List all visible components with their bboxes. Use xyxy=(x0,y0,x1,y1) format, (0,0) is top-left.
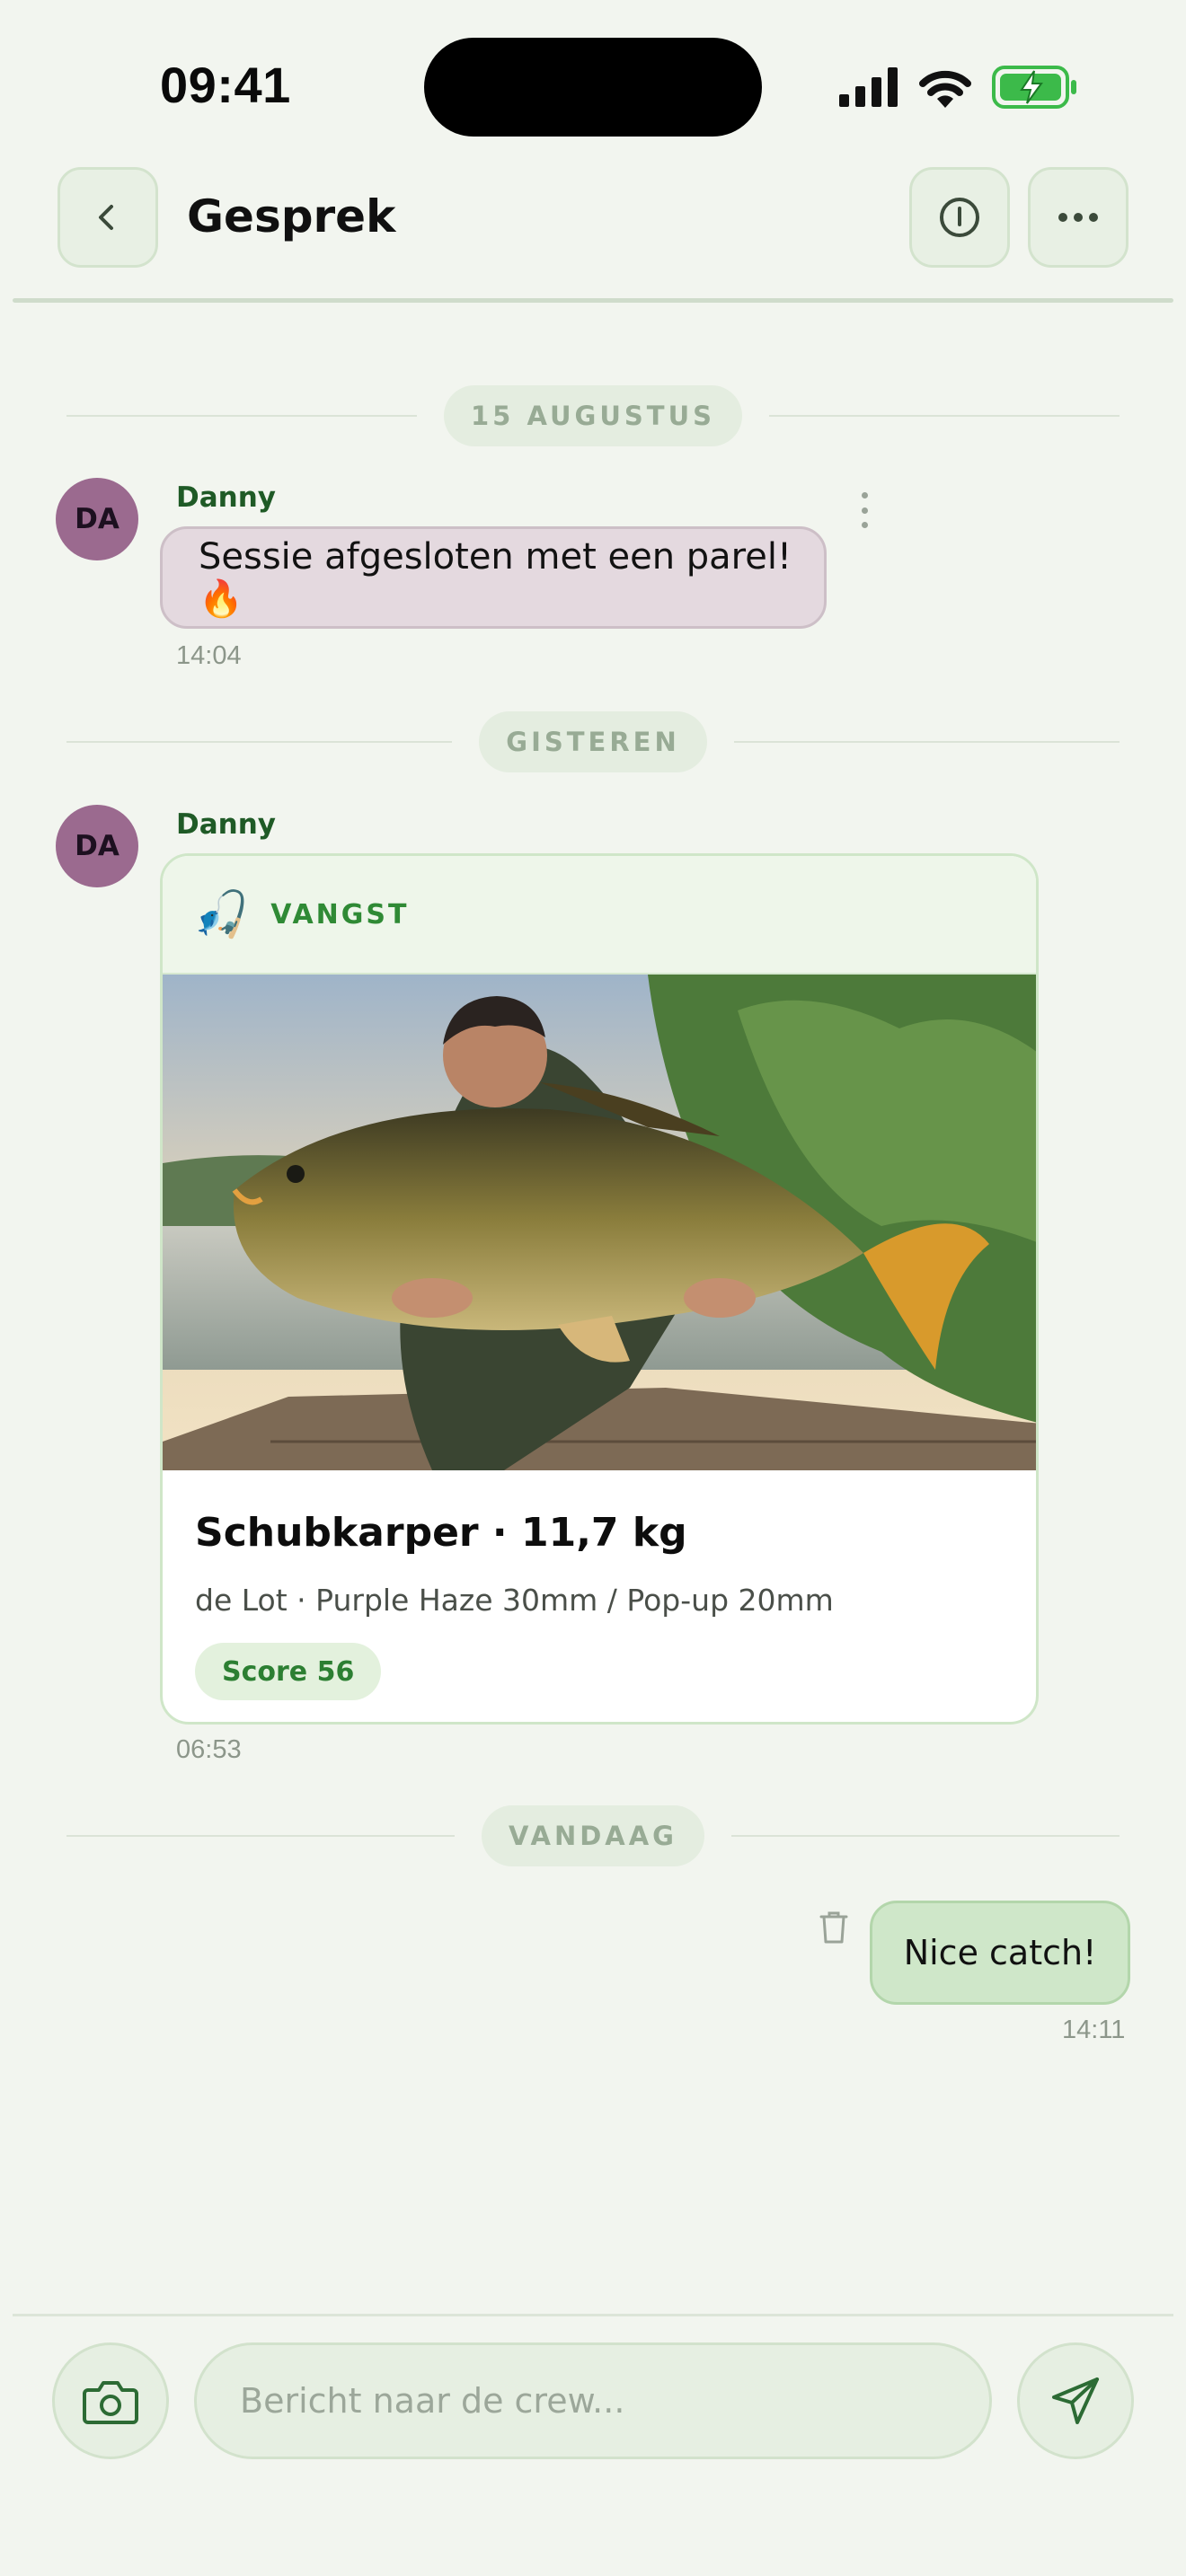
back-button[interactable] xyxy=(58,167,158,268)
date-separator: VANDAAG xyxy=(66,1804,1120,1867)
page-title: Gesprek xyxy=(187,190,396,243)
date-label: GISTEREN xyxy=(479,711,707,772)
outgoing-message[interactable]: Nice catch! xyxy=(870,1901,1130,2005)
camera-icon xyxy=(83,2381,138,2424)
catch-title: Schubkarper · 11,7 kg xyxy=(195,1510,687,1556)
header-divider xyxy=(13,298,1173,303)
send-icon xyxy=(1052,2378,1099,2424)
avatar[interactable]: DA xyxy=(56,805,138,887)
catch-card[interactable]: 🎣 VANGST Schubkarper · 11,7 kg de Lot · … xyxy=(160,853,1039,1725)
info-button[interactable] xyxy=(909,167,1010,268)
sender-name: Danny xyxy=(176,481,276,514)
status-bar: 09:41 xyxy=(0,0,1186,162)
trash-icon[interactable] xyxy=(818,1910,850,1945)
camera-button[interactable] xyxy=(52,2342,169,2459)
dynamic-island xyxy=(424,38,762,137)
message-time: 06:53 xyxy=(176,1735,242,1764)
message-time: 14:04 xyxy=(176,641,242,670)
message-input[interactable] xyxy=(194,2342,992,2459)
date-label: 15 AUGUSTUS xyxy=(444,385,743,446)
more-button[interactable] xyxy=(1028,167,1128,268)
score-badge: Score 56 xyxy=(195,1643,382,1700)
battery-icon xyxy=(992,66,1076,109)
catch-details: de Lot · Purple Haze 30mm / Pop-up 20mm xyxy=(195,1583,834,1618)
catch-photo[interactable] xyxy=(163,975,1036,1470)
catch-card-header: 🎣 VANGST xyxy=(163,856,1036,975)
composer-divider xyxy=(13,2314,1173,2316)
avatar[interactable]: DA xyxy=(56,478,138,560)
date-separator: GISTEREN xyxy=(66,710,1120,773)
send-button[interactable] xyxy=(1017,2342,1134,2459)
signal-icon xyxy=(839,67,898,107)
wifi-icon xyxy=(919,70,971,108)
message-options-icon[interactable] xyxy=(855,492,873,528)
more-icon xyxy=(1058,213,1098,222)
info-icon xyxy=(940,198,979,237)
message-time: 14:11 xyxy=(1062,2016,1126,2044)
back-icon xyxy=(99,205,113,230)
date-label: VANDAAG xyxy=(482,1805,704,1866)
status-icons xyxy=(839,63,1078,111)
catch-label: VANGST xyxy=(270,898,410,931)
fishing-icon: 🎣 xyxy=(193,887,250,940)
conversation-header: Gesprek xyxy=(0,162,1186,303)
status-time: 09:41 xyxy=(160,57,291,113)
date-separator: 15 AUGUSTUS xyxy=(66,384,1120,447)
sender-name: Danny xyxy=(176,808,276,841)
incoming-message[interactable]: Sessie afgesloten met een parel! 🔥 xyxy=(160,526,827,629)
